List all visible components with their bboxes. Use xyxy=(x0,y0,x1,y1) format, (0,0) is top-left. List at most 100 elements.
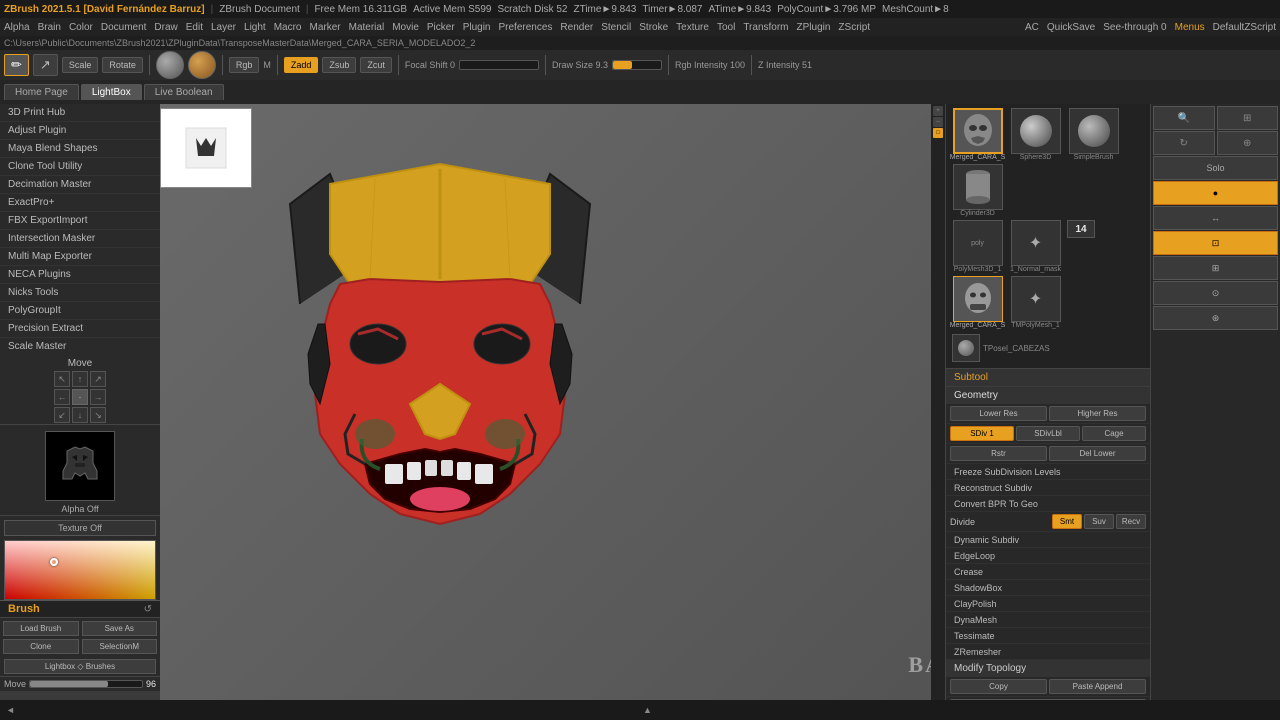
thumb-polymesh[interactable]: poly PolyMesh3D_1 xyxy=(950,220,1005,273)
shadow-box[interactable]: ShadowBox xyxy=(946,580,1150,596)
crease[interactable]: Crease xyxy=(946,564,1150,580)
tangent-btn[interactable]: ⊙ xyxy=(1153,281,1278,305)
orange-btn-1[interactable]: ● xyxy=(1153,181,1278,205)
clone-btn[interactable]: Clone xyxy=(3,639,79,654)
sidebar-3dprint[interactable]: 3D Print Hub xyxy=(0,104,160,122)
tab-lightbox[interactable]: LightBox xyxy=(81,84,142,100)
lower-res-btn[interactable]: Lower Res xyxy=(950,406,1047,421)
load-brush-btn[interactable]: Load Brush xyxy=(3,621,79,636)
arrow-br[interactable]: ↘ xyxy=(90,407,106,423)
dynamic-subdiv[interactable]: Dynamic Subdiv xyxy=(946,532,1150,548)
cage-btn[interactable]: SDivLbl xyxy=(1016,426,1080,441)
thumb-sphere3d[interactable]: Sphere3D xyxy=(1008,108,1063,161)
sidebar-precision[interactable]: Precision Extract xyxy=(0,320,160,338)
menu-tool[interactable]: Tool xyxy=(717,22,735,33)
menu-plugin[interactable]: Plugin xyxy=(463,22,491,33)
arrow-right[interactable]: → xyxy=(90,389,106,405)
thumb-merged-cara2[interactable]: Merged_CARA_S xyxy=(950,276,1005,329)
save-brush-btn[interactable]: Save As xyxy=(82,621,158,636)
geometry-header[interactable]: Geometry xyxy=(946,387,1150,404)
menu-movie[interactable]: Movie xyxy=(392,22,419,33)
tab-home[interactable]: Home Page xyxy=(4,84,79,100)
frame-icon[interactable]: ⊞ xyxy=(1217,106,1279,130)
sidebar-nicks[interactable]: Nicks Tools xyxy=(0,284,160,302)
tangi-btn[interactable]: ⊛ xyxy=(1153,306,1278,330)
menu-stencil[interactable]: Stencil xyxy=(601,22,631,33)
smt-btn[interactable]: Smt xyxy=(1052,514,1082,529)
sidebar-maya-blend[interactable]: Maya Blend Shapes xyxy=(0,140,160,158)
thumb-normal-mask[interactable]: ✦ 1_Normal_mask xyxy=(1008,220,1063,273)
center-btn[interactable]: ▲ xyxy=(21,705,1274,715)
move-icon[interactable]: ⊕ xyxy=(1217,131,1279,155)
rotate-icon[interactable]: ↻ xyxy=(1153,131,1215,155)
quicksave-btn[interactable]: QuickSave xyxy=(1047,22,1095,33)
suv-btn[interactable]: Suv xyxy=(1084,514,1114,529)
arrow-down[interactable]: ↓ xyxy=(72,407,88,423)
sidebar-clone-tool[interactable]: Clone Tool Utility xyxy=(0,158,160,176)
modify-topo-header[interactable]: Modify Topology xyxy=(946,660,1150,677)
menu-brain[interactable]: Brain xyxy=(38,22,61,33)
sidebar-polygroupit[interactable]: PolyGroupIt xyxy=(0,302,160,320)
sidebar-multimap[interactable]: Multi Map Exporter xyxy=(0,248,160,266)
brush-expand[interactable]: ↺ xyxy=(144,604,152,615)
arrow-tl[interactable]: ↖ xyxy=(54,371,70,387)
menu-color[interactable]: Color xyxy=(69,22,93,33)
left-arrow-btn[interactable]: ◄ xyxy=(6,705,15,715)
arrow-up[interactable]: ↑ xyxy=(72,371,88,387)
side-icon-frame[interactable]: □ xyxy=(933,128,943,138)
menu-transform[interactable]: Transform xyxy=(743,22,788,33)
zcut-btn[interactable]: Zcut xyxy=(360,57,392,73)
rotate-btn[interactable]: Rotate xyxy=(102,57,143,73)
copy-btn[interactable]: Copy xyxy=(950,679,1047,694)
rgb-btn[interactable]: Rgb xyxy=(229,57,260,73)
dyna-mesh[interactable]: DynaMesh xyxy=(946,612,1150,628)
freeze-subdiv[interactable]: Freeze SubDivision Levels xyxy=(946,464,1150,480)
focal-slider[interactable] xyxy=(459,60,539,70)
selection-btn[interactable]: SelectionM xyxy=(82,639,158,654)
menu-layer[interactable]: Layer xyxy=(211,22,236,33)
move-value-slider[interactable] xyxy=(29,680,143,688)
arrow-bl[interactable]: ↙ xyxy=(54,407,70,423)
menu-document[interactable]: Document xyxy=(101,22,147,33)
arrow-left[interactable]: ← xyxy=(54,389,70,405)
menu-light[interactable]: Light xyxy=(244,22,266,33)
see-through[interactable]: See-through 0 xyxy=(1103,22,1166,33)
thumb-tmpoly[interactable]: ✦ TMPolyMesh_1 xyxy=(1008,276,1063,329)
del-higher-btn[interactable]: Del Lower xyxy=(1049,446,1146,461)
orange-btn-2[interactable]: ⊡ xyxy=(1153,231,1278,255)
lightbox-brushes-btn[interactable]: Lightbox ◇ Brushes xyxy=(4,659,156,674)
menu-edit[interactable]: Edit xyxy=(186,22,203,33)
side-icon-1[interactable]: + xyxy=(933,106,943,116)
menu-zscript[interactable]: ZScript xyxy=(838,22,870,33)
draw-btn[interactable]: ✏ xyxy=(4,54,29,76)
arrow-tr[interactable]: ↗ xyxy=(90,371,106,387)
solo-btn[interactable]: Solo xyxy=(1153,156,1278,180)
convert-bpr[interactable]: Convert BPR To Geo xyxy=(946,496,1150,512)
menu-stroke[interactable]: Stroke xyxy=(639,22,668,33)
tessimate[interactable]: Tessimate xyxy=(946,628,1150,644)
menu-draw[interactable]: Draw xyxy=(154,22,177,33)
sidebar-neca[interactable]: NECA Plugins xyxy=(0,266,160,284)
menu-marker[interactable]: Marker xyxy=(310,22,341,33)
tpose-icon[interactable] xyxy=(952,334,980,362)
subtool-header[interactable]: Subtool xyxy=(946,369,1150,386)
sidebar-intersection[interactable]: Intersection Masker xyxy=(0,230,160,248)
sdiv-btn[interactable]: SDiv 1 xyxy=(950,426,1014,441)
thumb-merged-cara-s[interactable]: Merged_CARA_S xyxy=(950,108,1005,161)
higher-res-btn[interactable]: Higher Res xyxy=(1049,406,1146,421)
thumb-simplebrush[interactable]: SimpleBrush xyxy=(1066,108,1121,161)
gray-btn-1[interactable]: ↔ xyxy=(1153,206,1278,230)
move-btn[interactable]: ↗ xyxy=(33,54,58,76)
reconstruct-subdiv[interactable]: Reconstruct Subdiv xyxy=(946,480,1150,496)
zadd-btn[interactable]: Zadd xyxy=(284,57,319,73)
brush-preview[interactable] xyxy=(156,51,184,79)
tab-live-boolean[interactable]: Live Boolean xyxy=(144,84,224,100)
del-lower-btn[interactable]: Rstr xyxy=(950,446,1047,461)
paste-append-btn[interactable]: Paste Append xyxy=(1049,679,1146,694)
zoom-icon[interactable]: 🔍 xyxy=(1153,106,1215,130)
menu-material[interactable]: Material xyxy=(349,22,385,33)
menu-texture[interactable]: Texture xyxy=(676,22,709,33)
material-preview[interactable] xyxy=(188,51,216,79)
texture-off-btn[interactable]: Texture Off xyxy=(4,520,156,536)
z-remesher[interactable]: ZRemesher xyxy=(946,644,1150,660)
